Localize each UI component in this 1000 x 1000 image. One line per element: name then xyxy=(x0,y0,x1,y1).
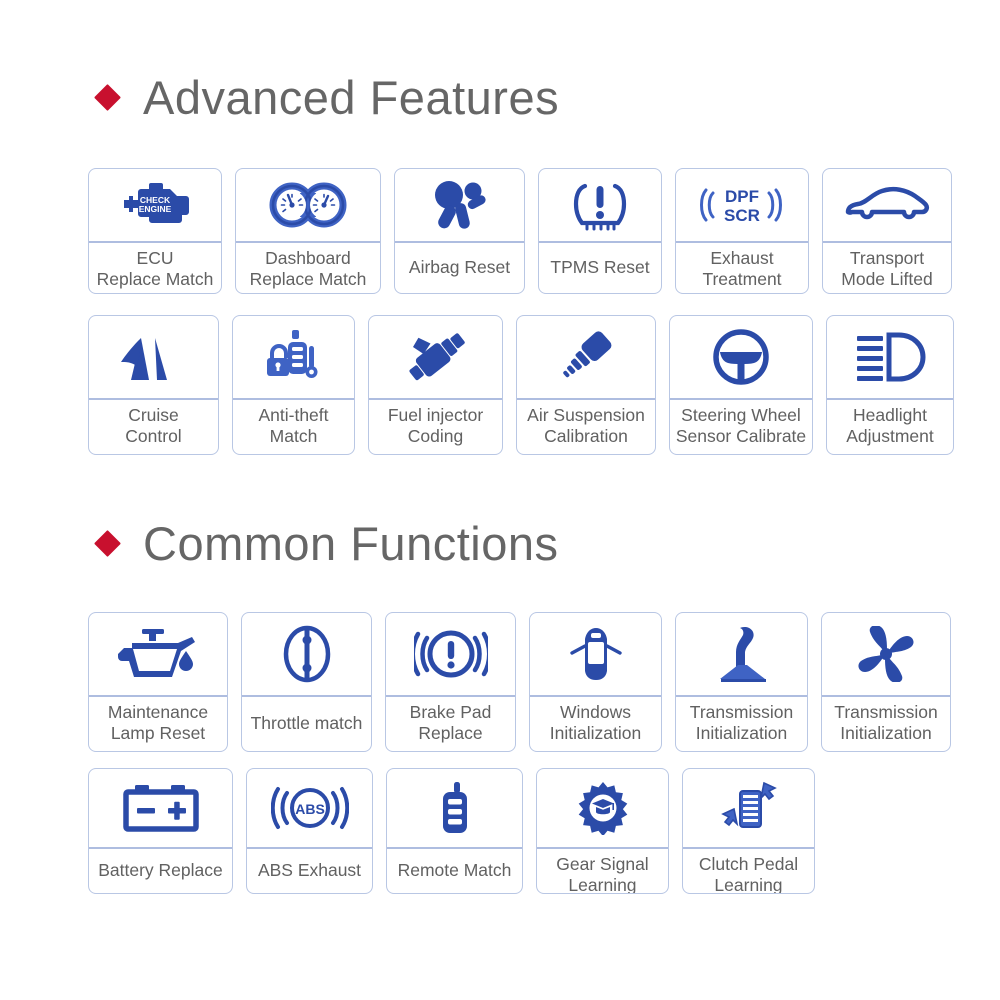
card-label: Windows Initialization xyxy=(549,702,642,743)
fan-blower-icon xyxy=(822,613,950,697)
card-battery-replace[interactable]: Battery Replace xyxy=(88,768,233,894)
card-label: Throttle match xyxy=(250,712,363,733)
section-common-functions: Common Functions xyxy=(0,508,1000,578)
card-gear-signal-learning[interactable]: Gear Signal Learning xyxy=(536,768,669,894)
diamond-bullet-icon xyxy=(94,83,121,111)
air-suspension-icon xyxy=(517,316,655,400)
page-title-advanced: Advanced Features xyxy=(143,70,560,124)
card-transport-mode-lifted[interactable]: Transport Mode Lifted xyxy=(822,168,952,294)
gear-graduation-icon xyxy=(537,769,668,849)
card-cruise-control[interactable]: Cruise Control xyxy=(88,315,219,455)
card-label: Air Suspension Calibration xyxy=(527,405,645,446)
fuel-injector-icon xyxy=(369,316,502,400)
card-airbag-reset[interactable]: Airbag Reset xyxy=(394,168,525,294)
section-heading-advanced: Advanced Features xyxy=(0,62,1000,132)
card-anti-theft-match[interactable]: Anti-theft Match xyxy=(232,315,355,455)
headlight-icon xyxy=(827,316,953,400)
card-label: Transport Mode Lifted xyxy=(841,248,933,289)
card-windows-initialization[interactable]: Windows Initialization xyxy=(529,612,662,752)
section-heading-common: Common Functions xyxy=(0,508,1000,578)
brake-pad-warning-icon xyxy=(386,613,515,697)
card-label: Remote Match xyxy=(397,859,512,880)
card-exhaust-treatment[interactable]: DPF SCR Exhaust Treatment xyxy=(675,168,809,294)
card-label: Airbag Reset xyxy=(408,256,511,277)
abs-brake-icon: ABS xyxy=(247,769,372,849)
card-fuel-injector-coding[interactable]: Fuel injector Coding xyxy=(368,315,503,455)
card-tpms-reset[interactable]: TPMS Reset xyxy=(538,168,662,294)
card-headlight-adjustment[interactable]: Headlight Adjustment xyxy=(826,315,954,455)
clutch-pedal-icon xyxy=(683,769,814,849)
diamond-bullet-icon xyxy=(94,529,121,557)
page-title-common: Common Functions xyxy=(143,516,559,570)
car-top-windows-icon xyxy=(530,613,661,697)
common-functions-row-2: Battery Replace ABS ABS Exhaust Remote M… xyxy=(88,768,815,894)
cruise-control-road-icon xyxy=(89,316,218,400)
steering-wheel-icon xyxy=(670,316,812,400)
card-steering-wheel-sensor-calibrate[interactable]: Steering Wheel Sensor Calibrate xyxy=(669,315,813,455)
feature-overview-page: Advanced Features CHECK ENGINE ECU Repla… xyxy=(0,0,1000,1000)
card-transmission-initialization-shifter[interactable]: Transmission Initialization xyxy=(675,612,808,752)
card-label: ABS Exhaust xyxy=(257,859,362,880)
dashboard-gauges-icon xyxy=(236,169,380,243)
dpf-scr-exhaust-icon: DPF SCR xyxy=(676,169,808,243)
section-advanced-features: Advanced Features xyxy=(0,62,1000,132)
card-brake-pad-replace[interactable]: Brake Pad Replace xyxy=(385,612,516,752)
card-label: Headlight Adjustment xyxy=(846,405,934,446)
airbag-icon xyxy=(395,169,524,243)
card-label: Exhaust Treatment xyxy=(702,248,782,289)
card-label: Transmission Initialization xyxy=(689,702,794,743)
card-label: Gear Signal Learning xyxy=(556,854,649,894)
card-clutch-pedal-learning[interactable]: Clutch Pedal Learning xyxy=(682,768,815,894)
card-label: Cruise Control xyxy=(125,405,182,446)
card-label: Transmission Initialization xyxy=(834,702,938,743)
throttle-body-icon xyxy=(242,613,371,697)
tpms-tire-pressure-icon xyxy=(539,169,661,243)
anti-theft-lock-key-icon xyxy=(233,316,354,400)
battery-icon xyxy=(89,769,232,849)
card-label: Fuel injector Coding xyxy=(387,405,484,446)
card-label: Anti-theft Match xyxy=(258,405,329,446)
check-engine-icon: CHECK ENGINE xyxy=(89,169,221,243)
card-abs-exhaust[interactable]: ABS ABS Exhaust xyxy=(246,768,373,894)
card-label: Clutch Pedal Learning xyxy=(698,854,799,894)
svg-text:SCR: SCR xyxy=(724,206,760,225)
common-functions-row-1: Maintenance Lamp Reset Throttle match Br… xyxy=(88,612,951,752)
card-air-suspension-calibration[interactable]: Air Suspension Calibration xyxy=(516,315,656,455)
card-ecu-replace-match[interactable]: CHECK ENGINE ECU Replace Match xyxy=(88,168,222,294)
oil-can-maintenance-icon xyxy=(89,613,227,697)
gear-shifter-icon xyxy=(676,613,807,697)
remote-key-fob-icon xyxy=(387,769,522,849)
advanced-features-row-1: CHECK ENGINE ECU Replace Match Dashboard… xyxy=(88,168,952,294)
card-label: Dashboard Replace Match xyxy=(249,248,367,289)
card-maintenance-lamp-reset[interactable]: Maintenance Lamp Reset xyxy=(88,612,228,752)
card-throttle-match[interactable]: Throttle match xyxy=(241,612,372,752)
card-remote-match[interactable]: Remote Match xyxy=(386,768,523,894)
svg-text:ENGINE: ENGINE xyxy=(139,204,172,214)
card-label: Maintenance Lamp Reset xyxy=(107,702,209,743)
car-side-icon xyxy=(823,169,951,243)
svg-text:DPF: DPF xyxy=(725,187,759,206)
advanced-features-row-2: Cruise Control Anti-theft Match Fuel inj… xyxy=(88,315,954,455)
svg-text:ABS: ABS xyxy=(295,801,325,817)
card-transmission-initialization-fan[interactable]: Transmission Initialization xyxy=(821,612,951,752)
card-label: ECU Replace Match xyxy=(96,248,214,289)
card-label: Brake Pad Replace xyxy=(409,702,492,743)
card-dashboard-replace-match[interactable]: Dashboard Replace Match xyxy=(235,168,381,294)
card-label: Battery Replace xyxy=(98,859,223,880)
card-label: TPMS Reset xyxy=(550,256,650,277)
card-label: Steering Wheel Sensor Calibrate xyxy=(675,405,807,446)
